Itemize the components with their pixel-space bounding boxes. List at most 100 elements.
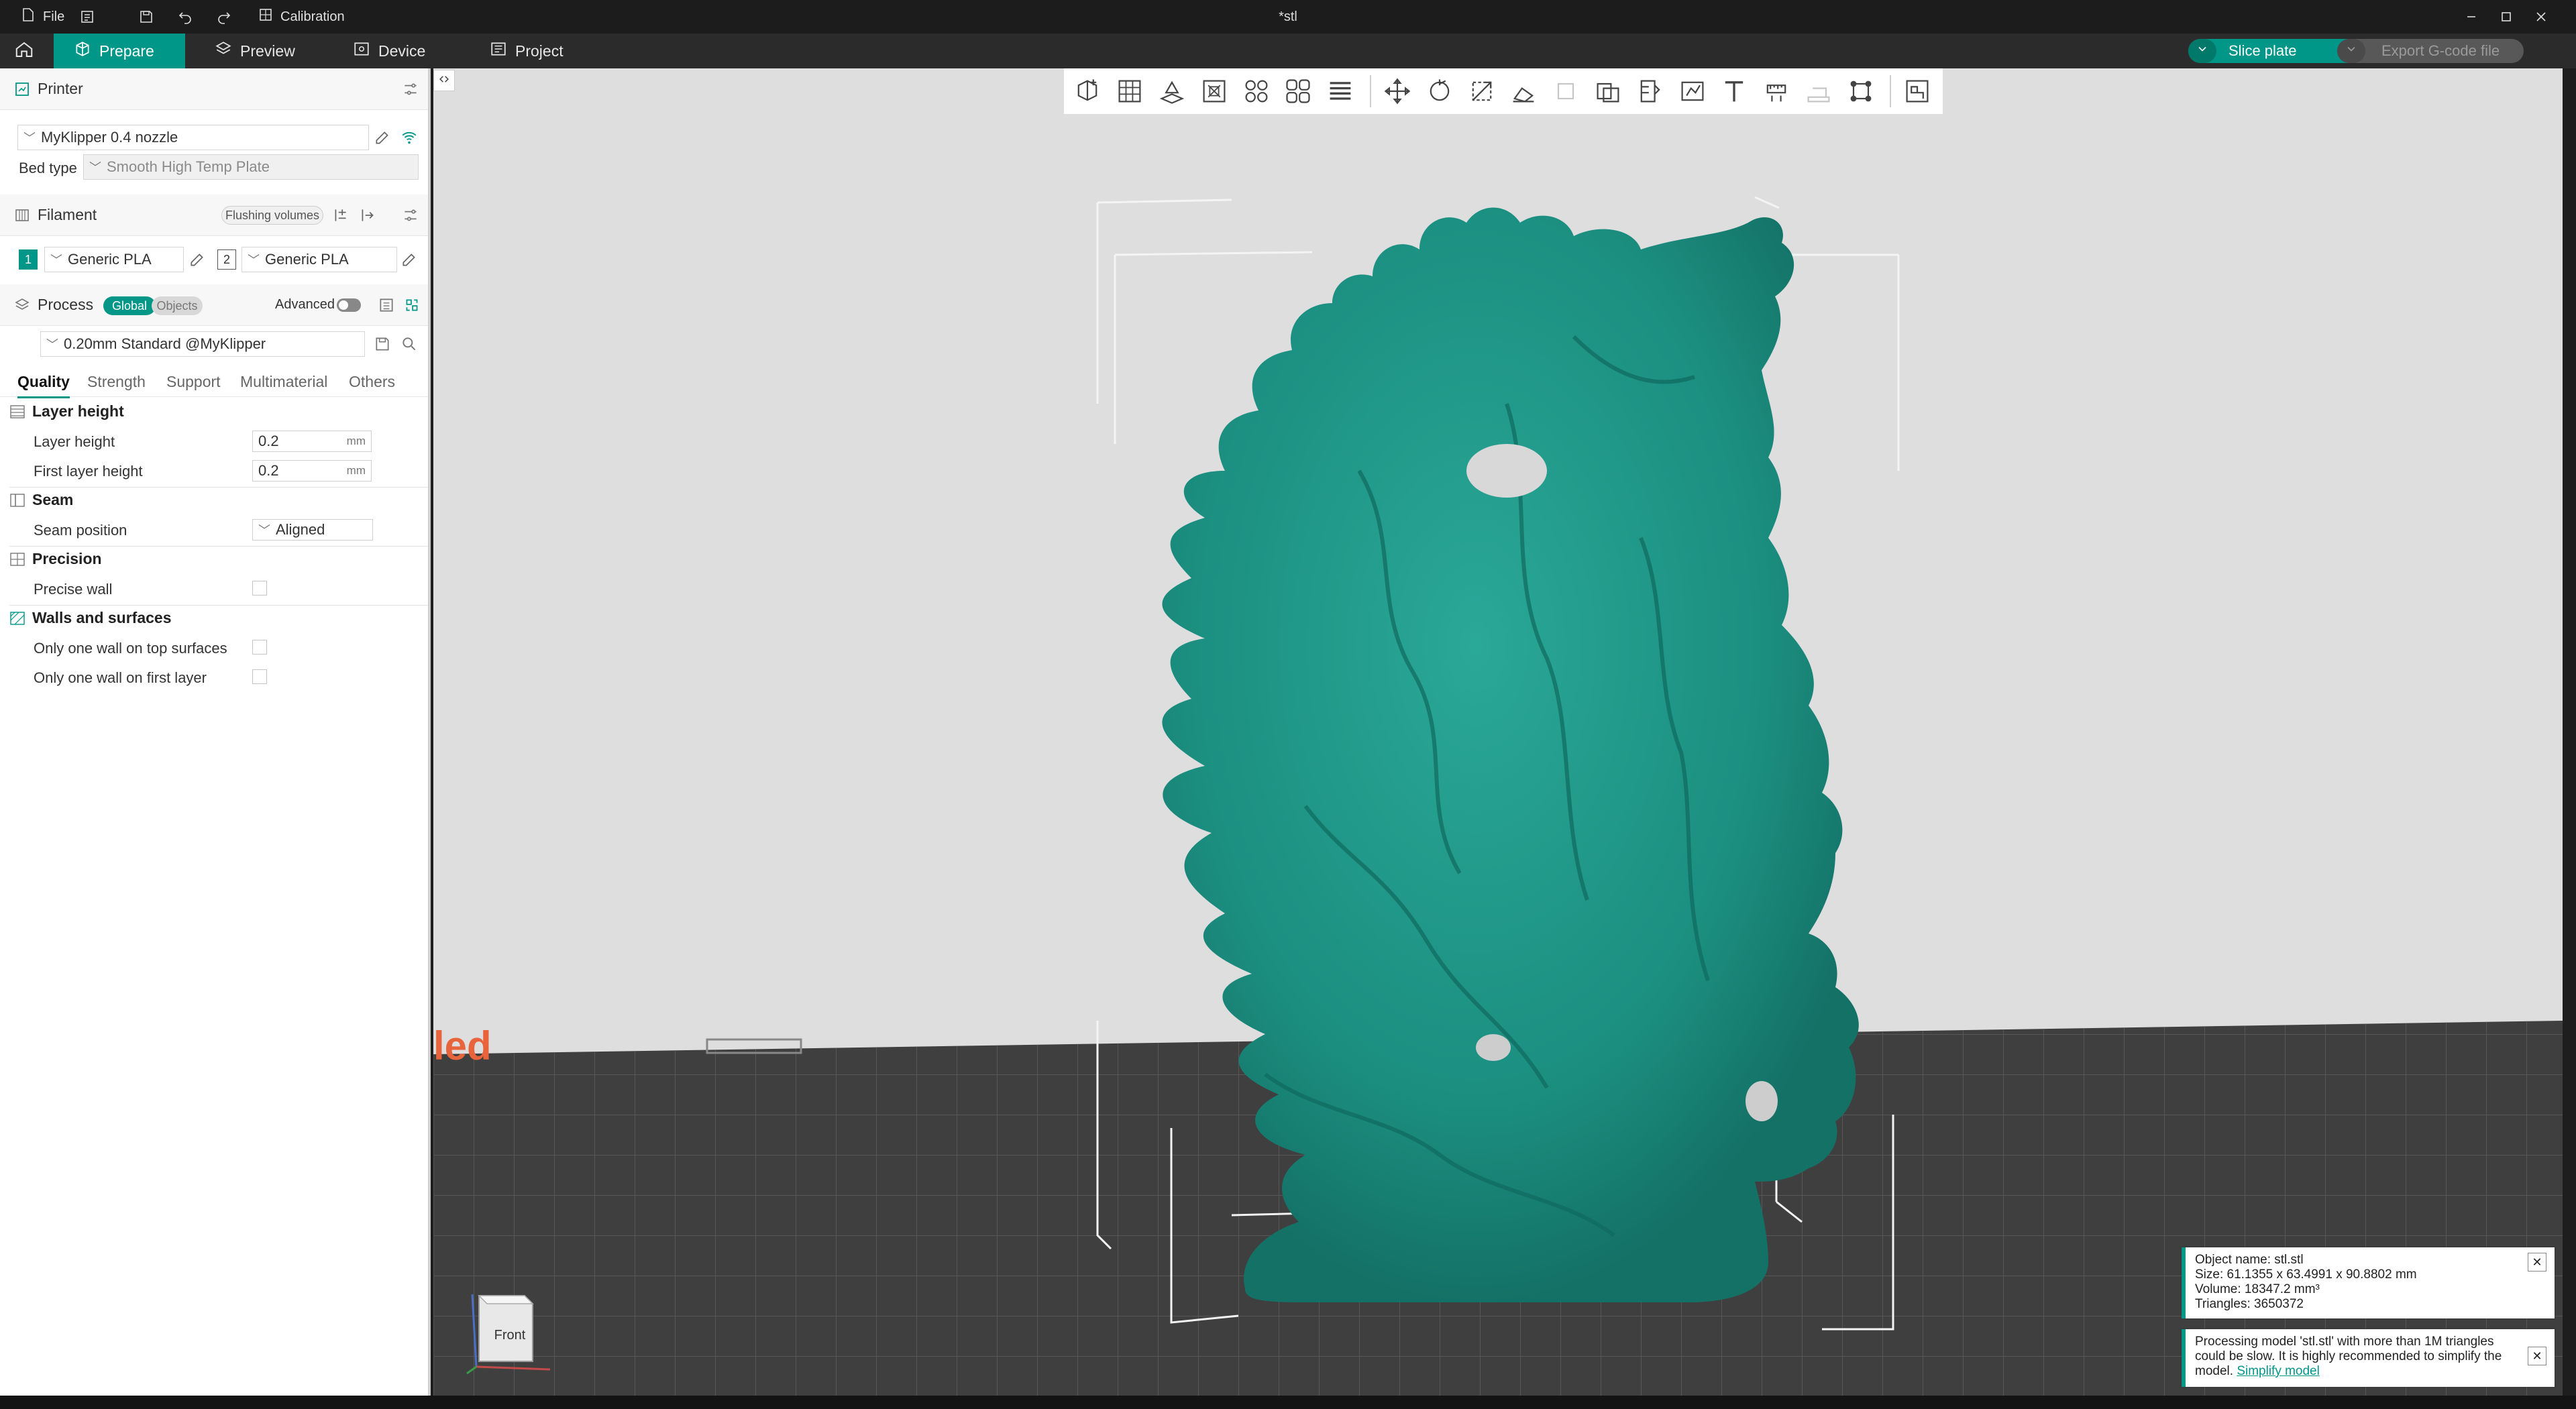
tab-device[interactable]: Device	[333, 34, 445, 68]
measure-icon[interactable]	[1760, 74, 1794, 109]
global-toggle[interactable]: Global	[103, 296, 156, 315]
compare-icon[interactable]	[377, 296, 396, 315]
toolbar-divider	[1369, 75, 1371, 107]
scene-canvas[interactable]: led	[433, 68, 2563, 1396]
tab-preview[interactable]: Preview	[195, 34, 315, 68]
edit-icon[interactable]	[188, 250, 207, 269]
mesh-boolean-icon[interactable]	[1591, 74, 1625, 109]
rotate-icon[interactable]	[1422, 74, 1456, 109]
redo-icon[interactable]	[216, 0, 232, 34]
tab-project[interactable]: Project	[470, 34, 584, 68]
printer-settings-icon[interactable]	[401, 80, 420, 99]
close-window-icon[interactable]	[2533, 0, 2549, 34]
filament-section-header[interactable]: Filament Flushing volumes	[0, 194, 428, 236]
advanced-switch[interactable]	[337, 298, 361, 312]
tab-multimaterial[interactable]: Multimaterial	[240, 373, 327, 391]
assembly-icon[interactable]	[1802, 74, 1836, 109]
settings-sidebar: Printer ﹀ MyKlipper 0.4 nozzle Bed type …	[0, 68, 431, 1396]
tab-device-label: Device	[378, 42, 426, 60]
remove-filament-icon[interactable]	[358, 206, 377, 225]
split-objects-icon[interactable]	[1281, 74, 1316, 109]
layers-list-icon[interactable]	[1324, 74, 1358, 109]
minimize-icon[interactable]	[2463, 0, 2479, 34]
edit-icon[interactable]	[400, 250, 419, 269]
maximize-icon[interactable]	[2498, 0, 2514, 34]
cube-icon	[74, 40, 91, 62]
save-icon[interactable]	[373, 335, 392, 353]
filament-slot-1-index[interactable]: 1	[19, 249, 38, 270]
export-dropdown[interactable]	[2337, 39, 2365, 63]
file-icon	[20, 7, 36, 27]
sync-icon[interactable]	[402, 296, 421, 315]
filament-icon	[13, 207, 31, 224]
view-cube[interactable]: Front	[463, 1276, 564, 1379]
first-layer-height-value: 0.2	[258, 462, 279, 479]
add-plate-icon[interactable]	[1113, 74, 1147, 109]
object-size: Size: 61.1355 x 63.4991 x 90.8802 mm	[2195, 1267, 2417, 1282]
printer-section-title: Printer	[38, 80, 83, 97]
file-menu[interactable]: File	[20, 0, 64, 34]
add-filament-icon[interactable]	[331, 206, 350, 225]
brim-ears-icon[interactable]	[1843, 74, 1878, 109]
seam-paint-icon[interactable]	[1675, 74, 1709, 109]
3d-viewport[interactable]: led Front	[433, 68, 2563, 1396]
move-icon[interactable]	[1381, 74, 1415, 109]
cut-icon[interactable]	[1549, 74, 1583, 109]
one-wall-top-checkbox[interactable]	[252, 640, 267, 655]
close-icon[interactable]: ✕	[2528, 1253, 2546, 1272]
simplify-model-link[interactable]: Simplify model	[2237, 1364, 2320, 1378]
chevron-down-icon: ﹀	[248, 253, 260, 267]
filament-slot-2-select[interactable]: ﹀ Generic PLA	[241, 247, 397, 272]
home-button[interactable]	[0, 34, 48, 68]
printer-section-header[interactable]: Printer	[0, 68, 428, 110]
edit-icon[interactable]	[373, 128, 392, 147]
tab-quality[interactable]: Quality	[17, 373, 70, 398]
scale-icon[interactable]	[1464, 74, 1499, 109]
assemble-view-icon[interactable]	[1900, 74, 1935, 109]
one-wall-first-checkbox[interactable]	[252, 669, 267, 684]
tab-support[interactable]: Support	[166, 373, 221, 391]
tab-strength[interactable]: Strength	[87, 373, 146, 391]
close-icon[interactable]: ✕	[2528, 1347, 2546, 1365]
filament-settings-icon[interactable]	[401, 206, 420, 225]
wifi-icon[interactable]	[400, 128, 419, 147]
bed-type-select[interactable]: ﹀ Smooth High Temp Plate	[83, 154, 419, 180]
lay-on-face-icon[interactable]	[1507, 74, 1541, 109]
search-icon[interactable]	[400, 335, 419, 353]
tab-others[interactable]: Others	[349, 373, 395, 391]
process-section-header[interactable]: Process Global Objects Advanced	[0, 284, 428, 326]
add-object-icon[interactable]	[1071, 74, 1105, 109]
support-paint-icon[interactable]	[1633, 74, 1667, 109]
undo-icon[interactable]	[177, 0, 193, 34]
objects-toggle[interactable]: Objects	[152, 296, 203, 315]
save-icon[interactable]	[138, 0, 154, 34]
auto-orient-icon[interactable]	[1197, 74, 1231, 109]
filament-section-title: Filament	[38, 206, 97, 223]
text-icon[interactable]	[1717, 74, 1752, 109]
layers-icon	[215, 40, 232, 62]
seam-position-select[interactable]: ﹀ Aligned	[252, 519, 373, 541]
collapse-icon	[437, 72, 451, 89]
stl-model[interactable]	[1162, 207, 1859, 1303]
layer-height-unit: mm	[346, 435, 366, 447]
calibration-menu[interactable]: Calibration	[258, 0, 345, 34]
filament-slot-1-select[interactable]: ﹀ Generic PLA	[44, 247, 184, 272]
slice-dropdown[interactable]	[2188, 39, 2216, 63]
orient-icon[interactable]	[1155, 74, 1189, 109]
tab-prepare[interactable]: Prepare	[54, 34, 185, 68]
export-gcode-button[interactable]: Export G-code file	[2337, 39, 2524, 63]
precise-wall-checkbox[interactable]	[252, 581, 267, 596]
filament-slot-2-name: Generic PLA	[265, 251, 349, 268]
first-layer-height-input[interactable]: 0.2 mm	[252, 460, 372, 482]
printer-select[interactable]: ﹀ MyKlipper 0.4 nozzle	[17, 125, 369, 150]
first-layer-height-label: First layer height	[34, 463, 143, 480]
main-navigation: Prepare Preview Device Project Slice pla…	[0, 34, 2576, 68]
flushing-volumes-button[interactable]: Flushing volumes	[221, 206, 323, 225]
process-profile-select[interactable]: ﹀ 0.20mm Standard @MyKlipper	[40, 331, 365, 357]
notes-icon[interactable]	[79, 0, 95, 34]
one-wall-top-label: Only one wall on top surfaces	[34, 640, 227, 657]
layer-height-input[interactable]: 0.2 mm	[252, 431, 372, 452]
filament-slot-2-index[interactable]: 2	[217, 249, 236, 270]
collapse-sidebar-button[interactable]	[433, 70, 455, 91]
arrange-icon[interactable]	[1239, 74, 1273, 109]
